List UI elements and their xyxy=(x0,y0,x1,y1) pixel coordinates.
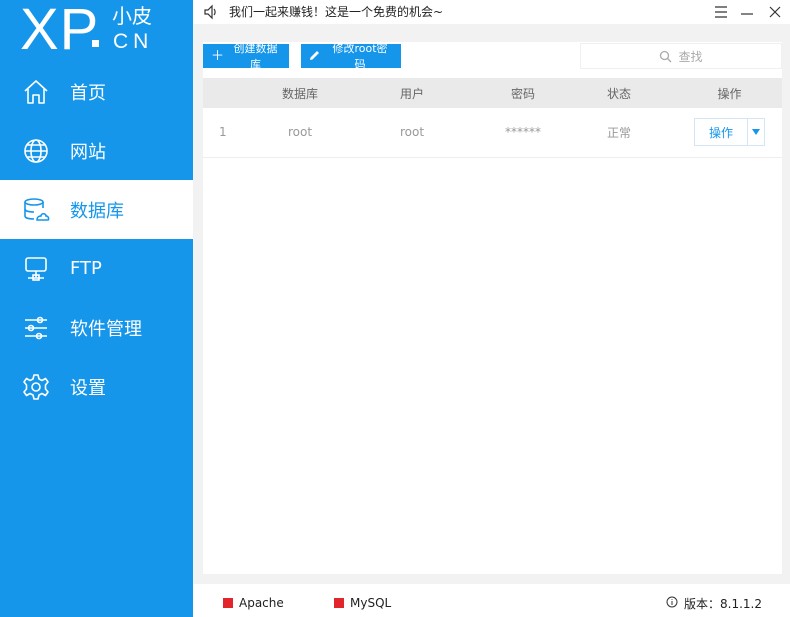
sidebar-item-settings[interactable]: 设置 xyxy=(0,357,193,416)
col-user: 用户 xyxy=(399,86,424,101)
sidebar-item-label: 网站 xyxy=(70,141,106,163)
status-bar: Apache MySQL 版本：8.1.1.2 xyxy=(193,584,790,617)
sidebar-item-label: 数据库 xyxy=(70,200,124,222)
notice-link[interactable]: 我们一起来赚钱！这是一个免费的机会~ xyxy=(229,4,443,20)
sidebar-item-label: 设置 xyxy=(70,377,106,399)
pencil-icon xyxy=(309,49,321,64)
create-database-label: 创建数据库 xyxy=(233,42,278,71)
version-info: 版本：8.1.1.2 xyxy=(666,595,762,612)
row-action-split-button: 操作 xyxy=(694,118,765,147)
row-action-button[interactable]: 操作 xyxy=(695,119,747,145)
row-user: root xyxy=(339,108,485,158)
service-name: Apache xyxy=(239,596,284,610)
sliders-icon xyxy=(22,314,50,342)
row-action-cell: 操作 xyxy=(677,108,782,158)
database-icon xyxy=(22,196,50,224)
status-indicator xyxy=(334,598,344,608)
ftp-server-icon xyxy=(22,255,50,283)
row-action-dropdown[interactable] xyxy=(747,119,764,146)
minimize-button[interactable] xyxy=(737,2,757,22)
sidebar-item-website[interactable]: 网站 xyxy=(0,121,193,180)
row-status: 正常 xyxy=(561,108,677,158)
home-icon xyxy=(22,78,50,106)
col-password: 密码 xyxy=(510,86,535,101)
sidebar-item-database[interactable]: 数据库 xyxy=(0,180,193,239)
change-root-password-label: 修改root密码 xyxy=(332,42,388,71)
info-icon xyxy=(666,596,678,611)
speaker-icon xyxy=(203,4,219,20)
globe-icon xyxy=(22,137,50,165)
col-index xyxy=(203,78,261,108)
gear-icon xyxy=(22,373,50,401)
status-indicator xyxy=(223,598,233,608)
sidebar-item-label: 首页 xyxy=(70,82,106,104)
col-status: 状态 xyxy=(606,86,631,101)
app-logo: XP 小皮 CN xyxy=(0,0,193,64)
col-action: 操作 xyxy=(717,86,742,101)
change-root-password-button[interactable]: 修改root密码 xyxy=(301,42,401,71)
logo-dot xyxy=(92,40,99,47)
row-database: root xyxy=(261,108,339,158)
close-button[interactable] xyxy=(765,2,785,22)
logo-xp: XP xyxy=(20,0,100,62)
service-mysql[interactable]: MySQL xyxy=(334,596,391,610)
hamburger-icon xyxy=(715,6,727,18)
sidebar: XP 小皮 CN 首页 网站 数据库 FTP 软件管理 设置 xyxy=(0,0,193,617)
create-database-button[interactable]: ＋ 创建数据库 xyxy=(203,42,289,71)
logo-cn-top: 小皮 xyxy=(112,4,152,28)
sidebar-item-ftp[interactable]: FTP xyxy=(0,239,193,298)
database-table: 数据库 用户 密码 状态 操作 1 root root ****** 正常 操作 xyxy=(203,78,782,158)
sidebar-item-home[interactable]: 首页 xyxy=(0,62,193,121)
sidebar-nav: 首页 网站 数据库 FTP 软件管理 设置 xyxy=(0,62,193,416)
table-row: 1 root root ****** 正常 操作 xyxy=(203,108,782,158)
sidebar-item-label: 软件管理 xyxy=(70,318,142,340)
main-content: ＋ 创建数据库 修改root密码 查找 数据库 用户 密码 状态 操作 1 ro… xyxy=(193,24,790,584)
logo-cn-bottom: CN xyxy=(113,30,154,53)
sidebar-item-label: FTP xyxy=(70,258,102,279)
service-name: MySQL xyxy=(350,596,392,610)
sidebar-item-software[interactable]: 软件管理 xyxy=(0,298,193,357)
row-index: 1 xyxy=(203,108,261,158)
minimize-icon xyxy=(741,13,753,15)
top-bar: 我们一起来赚钱！这是一个免费的机会~ xyxy=(193,0,790,24)
caret-down-icon xyxy=(752,129,760,136)
row-password: ****** xyxy=(485,108,561,158)
search-placeholder: 查找 xyxy=(678,49,703,64)
col-database: 数据库 xyxy=(281,86,318,101)
service-apache[interactable]: Apache xyxy=(223,596,284,610)
version-text: 版本：8.1.1.2 xyxy=(684,597,762,611)
close-icon xyxy=(769,6,781,18)
search-icon xyxy=(660,50,672,62)
table-header: 数据库 用户 密码 状态 操作 xyxy=(203,78,782,108)
plus-icon: ＋ xyxy=(211,48,225,64)
search-input[interactable]: 查找 xyxy=(580,43,782,69)
menu-button[interactable] xyxy=(711,2,731,22)
